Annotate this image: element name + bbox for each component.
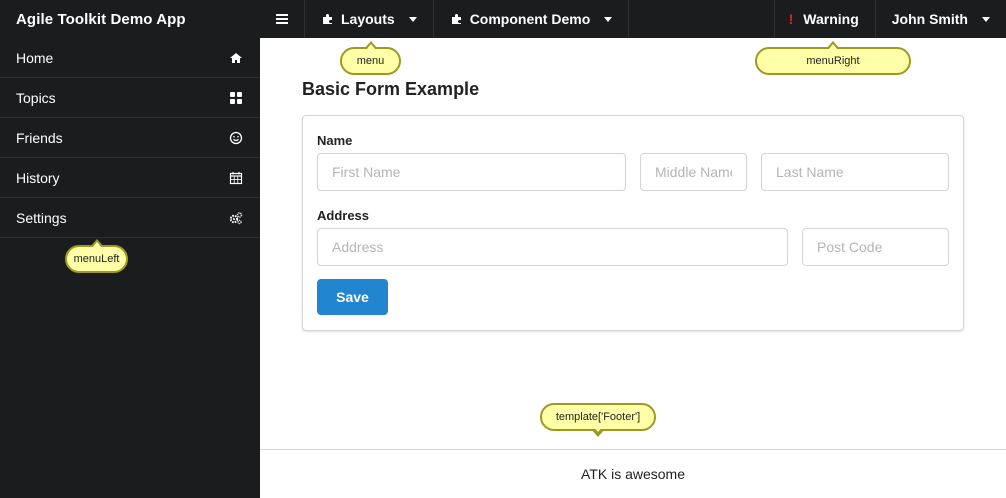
- sidebar-item-label: History: [16, 169, 60, 186]
- first-name-input[interactable]: [317, 153, 626, 191]
- menu-right-tooltip: menuRight: [755, 41, 911, 75]
- left-sidebar: Home Topics Friends History Settings: [0, 38, 260, 498]
- middle-name-input[interactable]: [640, 153, 747, 191]
- home-icon: [230, 52, 242, 63]
- component-demo-label: Component Demo: [469, 11, 591, 27]
- smile-icon: [229, 131, 243, 144]
- footer-divider: [260, 449, 1006, 450]
- puzzle-icon: [451, 14, 461, 24]
- sidebar-item-label: Settings: [16, 209, 67, 226]
- puzzle-icon: [323, 14, 332, 24]
- sidebar-item-settings[interactable]: Settings: [0, 198, 260, 238]
- save-button[interactable]: Save: [317, 279, 388, 315]
- user-name: John Smith: [891, 11, 968, 27]
- post-code-input[interactable]: [802, 228, 949, 266]
- hamburger-icon: [276, 14, 288, 24]
- tooltip-arrow: [89, 239, 104, 248]
- sidebar-item-topics[interactable]: Topics: [0, 78, 260, 118]
- app-title: Agile Toolkit Demo App: [16, 10, 186, 28]
- gears-icon: [229, 211, 243, 224]
- menu-left-tooltip: menuLeft: [65, 239, 128, 273]
- menu-toggle-button[interactable]: [260, 0, 304, 38]
- tooltip-arrow: [363, 41, 378, 50]
- tooltip-text: menuRight: [806, 55, 860, 67]
- warning-label: Warning: [803, 11, 859, 27]
- basic-form: Name Address Save: [302, 115, 964, 331]
- address-label: Address: [317, 208, 370, 223]
- sidebar-item-label: Friends: [16, 129, 63, 146]
- top-menu-bar: Agile Toolkit Demo App Layouts Component…: [0, 0, 1006, 38]
- layouts-dropdown[interactable]: Layouts: [304, 0, 433, 38]
- tooltip-text: template['Footer']: [555, 411, 641, 423]
- tooltip-arrow: [591, 426, 605, 437]
- chevron-down-icon: [604, 16, 613, 22]
- last-name-input[interactable]: [761, 153, 949, 191]
- exclamation-icon: !: [788, 11, 794, 27]
- menu-tooltip: menu: [340, 41, 401, 75]
- sidebar-item-label: Home: [16, 49, 54, 66]
- user-dropdown[interactable]: John Smith: [874, 0, 1006, 38]
- chevron-down-icon: [982, 16, 990, 22]
- sidebar-item-friends[interactable]: Friends: [0, 118, 260, 158]
- name-label: Name: [317, 133, 353, 148]
- footer-text: ATK is awesome: [581, 466, 685, 482]
- footer-tooltip: template['Footer']: [540, 403, 656, 437]
- tooltip-text: menuLeft: [73, 253, 120, 265]
- warning-menu-item[interactable]: ! Warning: [773, 0, 875, 38]
- tooltip-text: menu: [356, 55, 385, 67]
- page-title: Basic Form Example: [302, 79, 480, 99]
- component-demo-dropdown[interactable]: Component Demo: [432, 0, 630, 38]
- sidebar-item-history[interactable]: History: [0, 158, 260, 198]
- calendar-icon: [229, 171, 243, 184]
- chevron-down-icon: [408, 16, 417, 22]
- layouts-label: Layouts: [341, 11, 395, 27]
- sidebar-item-label: Topics: [16, 89, 56, 106]
- grid-icon: [230, 91, 242, 104]
- sidebar-item-home[interactable]: Home: [0, 38, 260, 78]
- tooltip-arrow: [826, 41, 840, 50]
- address-input[interactable]: [317, 228, 788, 266]
